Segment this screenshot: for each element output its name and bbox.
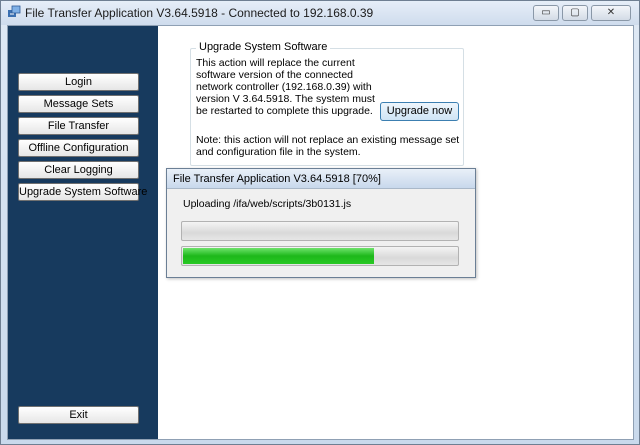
title-bar[interactable]: File Transfer Application V3.64.5918 - C… [1, 1, 639, 25]
upgrade-system-software-button[interactable]: Upgrade System Software [18, 183, 147, 201]
window-title: File Transfer Application V3.64.5918 - C… [25, 6, 374, 20]
dialog-title-bar[interactable]: File Transfer Application V3.64.5918 [70… [167, 169, 475, 189]
login-button[interactable]: Login [18, 73, 139, 91]
app-icon [8, 5, 21, 17]
overall-progress-bar [181, 221, 459, 241]
clear-logging-button[interactable]: Clear Logging [18, 161, 139, 179]
minimize-button[interactable]: ▭ [533, 5, 559, 21]
progress-dialog: File Transfer Application V3.64.5918 [70… [166, 168, 476, 278]
app-window: File Transfer Application V3.64.5918 - C… [0, 0, 640, 445]
maximize-button[interactable]: ▢ [562, 5, 588, 21]
maximize-icon: ▢ [570, 7, 580, 18]
dialog-body: Uploading /ifa/web/scripts/3b0131.js [167, 190, 475, 277]
file-transfer-button[interactable]: File Transfer [18, 117, 139, 135]
upgrade-description: This action will replace the current sof… [196, 57, 375, 117]
minimize-icon: ▭ [541, 7, 551, 18]
upgrade-now-button[interactable]: Upgrade now [380, 102, 459, 121]
dialog-title: File Transfer Application V3.64.5918 [70… [173, 173, 381, 185]
exit-button[interactable]: Exit [18, 406, 139, 424]
close-icon: ✕ [606, 7, 616, 18]
sidebar: Login Message Sets File Transfer Offline… [8, 26, 158, 439]
upgrade-note: Note: this action will not replace an ex… [196, 134, 460, 158]
upload-status-text: Uploading /ifa/web/scripts/3b0131.js [183, 198, 352, 210]
offline-configuration-button[interactable]: Offline Configuration [18, 139, 139, 157]
group-title: Upgrade System Software [196, 41, 331, 53]
file-progress-fill [183, 248, 375, 264]
message-sets-button[interactable]: Message Sets [18, 95, 139, 113]
file-progress-bar [181, 246, 459, 266]
close-button[interactable]: ✕ [591, 5, 631, 21]
